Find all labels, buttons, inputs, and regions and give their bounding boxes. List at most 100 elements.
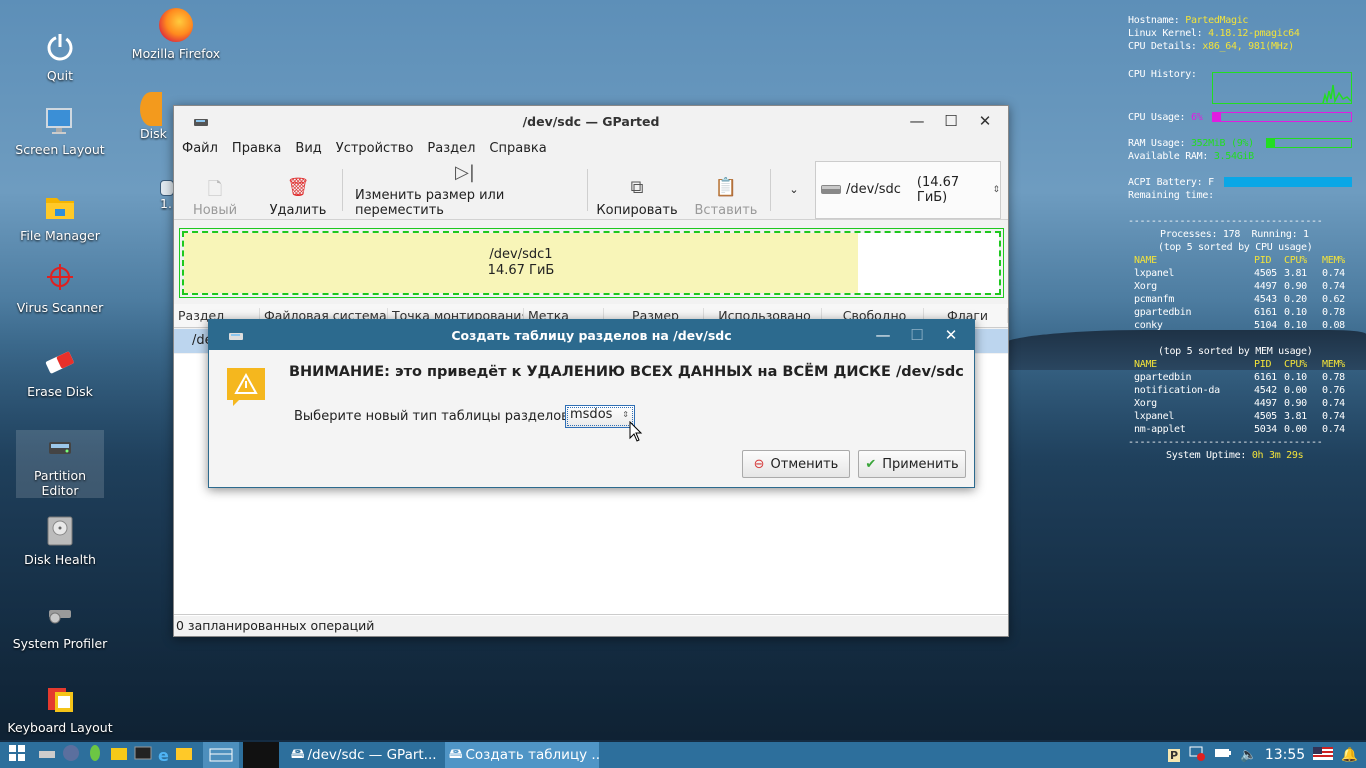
desktop-icon-quit[interactable]: Quit (0, 30, 120, 83)
process-name: NAME (1134, 359, 1157, 370)
clock[interactable]: 13:55 (1265, 747, 1305, 763)
copy-button[interactable]: ⧉ Копировать (590, 162, 684, 218)
process-mem: 0.08 (1322, 320, 1345, 331)
paste-button[interactable]: 📋 Вставить (684, 162, 768, 218)
menu-edit[interactable]: Правка (228, 141, 285, 156)
menu-partition[interactable]: Раздел (423, 141, 479, 156)
minimize-button[interactable]: — (900, 112, 934, 130)
cancel-button[interactable]: ⊖ Отменить (742, 450, 850, 478)
parking-icon[interactable]: P (1167, 748, 1181, 762)
create-table-dialog: Создать таблицу разделов на /dev/sdc — ☐ ✕… (208, 319, 975, 488)
cancel-icon: ⊖ (753, 456, 765, 472)
quick-launch: e (34, 742, 193, 768)
apply-button[interactable]: ✔ Применить (858, 450, 966, 478)
process-cpu: 0.90 (1284, 398, 1307, 409)
desktop-icon-file[interactable]: 1. (138, 180, 178, 211)
task-gparted[interactable]: 🖴/dev/sdc — GPart... (287, 742, 441, 768)
device-selector[interactable]: /dev/sdc (14.67 ГиБ) ⇕ (815, 160, 1001, 219)
drive-icon[interactable] (38, 745, 56, 765)
dialog-title: Создать таблицу разделов на /dev/sdc (451, 327, 732, 343)
desktop-icon-virus-scanner[interactable]: Virus Scanner (0, 262, 120, 315)
process-mem: 0.78 (1322, 307, 1345, 318)
edge-icon[interactable]: e (158, 746, 169, 765)
close-button[interactable]: ✕ (968, 112, 1002, 130)
table-type-select[interactable]: msdos ⇕ (565, 405, 635, 428)
gparted-task-icon: 🖴 (290, 745, 305, 762)
cpu-usage-bar (1212, 112, 1352, 122)
top-mem-heading: (top 5 sorted by MEM usage) (1158, 346, 1313, 357)
process-name: lxpanel (1134, 268, 1175, 279)
desktop-icon-firefox[interactable]: Mozilla Firefox (116, 8, 236, 61)
toolbar-overflow-chevron-icon[interactable]: ⌄ (773, 183, 815, 196)
battery-icon[interactable] (1214, 747, 1232, 763)
process-cpu: 3.81 (1284, 268, 1307, 279)
process-mem: 0.74 (1322, 398, 1345, 409)
new-label: Новый (192, 202, 238, 218)
process-pid: 5104 (1254, 320, 1277, 331)
desktop-icon-disk[interactable]: Disk (116, 92, 172, 141)
toolbar-separator (770, 168, 771, 211)
process-cpu: CPU% (1284, 255, 1307, 266)
process-table-header: NAME PID CPU% MEM% (1134, 254, 1358, 267)
desktop-icon-disk-health[interactable]: Disk Health (0, 514, 120, 567)
cpu-usage-value: 6% (1190, 112, 1203, 123)
processes-text: Processes: 178 Running: 1 (1160, 229, 1309, 240)
partition-block-sdc1[interactable]: /dev/sdc1 14.67 ГиБ (184, 233, 858, 293)
partition-map-inner: /dev/sdc1 14.67 ГиБ (182, 231, 1001, 295)
desktop-label-keyboard-layout: Keyboard Layout (7, 720, 113, 735)
partition-map: /dev/sdc1 14.67 ГиБ (179, 228, 1004, 298)
desktop-icon-erase-disk[interactable]: Erase Disk (0, 346, 120, 399)
file-manager-icon[interactable] (175, 744, 193, 766)
process-mem: 0.62 (1322, 294, 1345, 305)
menu-device[interactable]: Устройство (332, 141, 418, 156)
device-name: /dev/sdc (846, 182, 901, 197)
volume-icon[interactable]: 🔈 (1240, 747, 1257, 763)
process-pid: 4505 (1254, 411, 1277, 422)
cpu-details-value: x86_64, 981(MHz) (1202, 41, 1294, 52)
desktop-icon-file-manager[interactable]: File Manager (0, 190, 120, 243)
task-create-table-dialog[interactable]: 🖴 Создать таблицу ... (444, 742, 599, 768)
desktop-icon-screen-layout[interactable]: Screen Layout (0, 104, 120, 157)
top-cpu-table: NAME PID CPU% MEM% lxpanel 4505 3.81 0.74 Xorg 44… (1134, 254, 1358, 332)
folder-search-icon[interactable] (110, 744, 128, 766)
dialog-titlebar[interactable]: Создать таблицу разделов на /dev/sdc — ☐ ✕ (209, 320, 974, 350)
process-row: conky 5104 0.10 0.08 (1134, 319, 1358, 332)
delete-button[interactable]: 🗑 Удалить (256, 162, 340, 218)
terminal-icon[interactable] (134, 745, 152, 765)
desktop-icon-system-profiler[interactable]: System Profiler (0, 598, 120, 651)
gparted-title: /dev/sdc — GParted (522, 113, 660, 129)
dialog-minimize-button[interactable]: — (866, 326, 900, 344)
paste-icon: 📋 (714, 176, 738, 198)
desktop-pager-1[interactable] (202, 742, 239, 768)
leaf-icon[interactable] (86, 744, 104, 766)
desktop-label-quit: Quit (46, 68, 74, 83)
new-file-icon: 🗋 (207, 178, 223, 200)
desktop-icon-partition-editor[interactable]: Partition Editor (16, 430, 104, 498)
partition-map-empty (858, 233, 999, 293)
new-button[interactable]: 🗋 Новый (174, 162, 256, 218)
network-disconnected-icon[interactable] (1188, 744, 1206, 766)
desktop-label-system-profiler: System Profiler (12, 636, 108, 651)
process-name: nm-applet (1134, 424, 1186, 435)
cpu-history-label: CPU History: (1128, 69, 1197, 80)
partition-name: /dev/sdc1 (489, 247, 553, 262)
start-menu-button[interactable] (0, 742, 34, 768)
desktop-icon-keyboard-layout[interactable]: Keyboard Layout (0, 682, 120, 735)
menu-view[interactable]: Вид (291, 141, 325, 156)
menu-help[interactable]: Справка (485, 141, 550, 156)
resize-move-button[interactable]: ▷| Изменить размер или переместить (345, 162, 585, 218)
process-pid: 4497 (1254, 281, 1277, 292)
dialog-close-button[interactable]: ✕ (934, 326, 968, 344)
available-ram-value: 3.54GiB (1213, 151, 1254, 162)
process-pid: 4543 (1254, 294, 1277, 305)
menu-file[interactable]: Файл (178, 141, 222, 156)
delete-label: Удалить (269, 202, 327, 218)
us-flag-icon[interactable] (1313, 746, 1334, 764)
dialog-maximize-button[interactable]: ☐ (900, 326, 934, 344)
maximize-button[interactable]: ☐ (934, 112, 968, 130)
gparted-titlebar[interactable]: /dev/sdc — GParted — ☐ ✕ (174, 106, 1008, 136)
desktop-label-disk-health: Disk Health (24, 552, 96, 567)
desktop-pager-2[interactable] (242, 742, 279, 768)
notifications-icon[interactable]: 🔔 (1341, 747, 1358, 763)
globe-icon[interactable] (62, 744, 80, 766)
